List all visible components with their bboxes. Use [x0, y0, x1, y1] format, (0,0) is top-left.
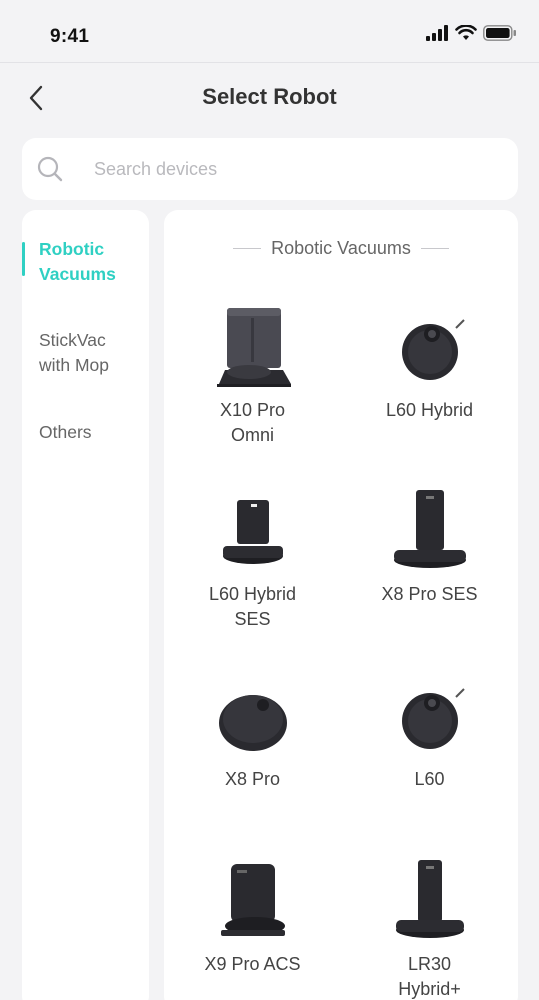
robot-station-icon: [220, 864, 285, 936]
robot-vacuum-icon: [401, 688, 465, 749]
device-card[interactable]: X10 Pro Omni: [164, 306, 341, 448]
section-divider-left: [233, 248, 262, 249]
signal-icon: [426, 25, 448, 41]
sidebar-item-robotic-vacuums[interactable]: Robotic Vacuums: [22, 237, 149, 287]
device-card[interactable]: X9 Pro ACS: [164, 860, 341, 977]
page-title: Select Robot: [202, 84, 337, 109]
section-header: Robotic Vacuums: [164, 238, 518, 259]
device-list-panel: Robotic Vacuums X10 Pro Omni L60 Hybrid …: [164, 210, 518, 1000]
robot-station-icon: [222, 500, 283, 564]
device-name: X8 Pro: [224, 769, 281, 789]
search-bar[interactable]: [22, 138, 518, 200]
device-name: LR30 Hybrid+: [398, 954, 461, 999]
robot-station-icon: [216, 308, 291, 387]
device-card[interactable]: X8 Pro SES: [341, 490, 518, 607]
device-name: L60 Hybrid: [385, 400, 474, 420]
device-name: X10 Pro Omni: [219, 400, 286, 445]
search-input[interactable]: [94, 152, 494, 186]
robot-vacuum-icon: [218, 695, 287, 751]
category-sidebar: Robotic Vacuums StickVac with Mop Others: [22, 210, 149, 1000]
robot-vacuum-icon: [401, 319, 465, 380]
sidebar-item-stickvac-with-mop[interactable]: StickVac with Mop: [22, 328, 149, 378]
section-title: Robotic Vacuums: [271, 238, 411, 258]
sidebar-item-others[interactable]: Others: [22, 420, 149, 445]
robot-station-icon: [395, 860, 464, 938]
device-name: X8 Pro SES: [381, 584, 478, 604]
search-icon: [37, 156, 63, 182]
status-divider: [0, 62, 539, 63]
device-card[interactable]: LR30 Hybrid+: [341, 860, 518, 1000]
device-name: X9 Pro ACS: [204, 954, 301, 974]
device-card[interactable]: X8 Pro: [164, 675, 341, 792]
device-card[interactable]: L60: [341, 675, 518, 792]
section-divider-right: [420, 248, 449, 249]
robot-station-icon: [393, 490, 466, 568]
device-name: L60 Hybrid SES: [208, 584, 297, 629]
device-name: L60: [414, 769, 445, 789]
wifi-icon: [455, 25, 477, 40]
status-time: 9:41: [50, 26, 90, 47]
battery-icon: [483, 25, 516, 41]
device-card[interactable]: L60 Hybrid: [341, 306, 518, 423]
status-bar: 9:41: [0, 0, 539, 62]
select-robot-screen: 9:41 Select Robot Search devices Robotic…: [0, 0, 539, 1000]
status-icons: [425, 25, 517, 41]
device-card[interactable]: L60 Hybrid SES: [164, 490, 341, 632]
